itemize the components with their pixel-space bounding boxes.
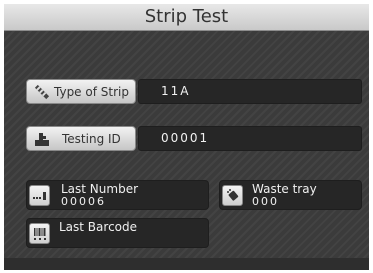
id-icon — [33, 130, 51, 148]
last-number-value: 00006 — [61, 195, 106, 208]
waste-tray-label: Waste tray — [252, 182, 317, 196]
last-number-box: Last Number 00006 — [26, 180, 209, 210]
strip-test-panel: Type of Strip 11A Testing ID 00001 Last … — [4, 31, 369, 258]
last-barcode-label: Last Barcode — [59, 220, 138, 234]
testing-id-button[interactable]: Testing ID — [26, 126, 136, 151]
strip-test-screen: Strip Test Type of Strip 11A Testing ID … — [4, 4, 369, 270]
waste-tray-value: 000 — [252, 195, 279, 208]
testing-id-value: 00001 — [138, 126, 362, 151]
page-title: Strip Test — [4, 4, 369, 31]
counter-icon — [29, 185, 50, 206]
testing-id-label: Testing ID — [62, 131, 121, 146]
last-number-label: Last Number — [61, 182, 139, 196]
last-barcode-box: Last Barcode — [26, 218, 209, 248]
type-of-strip-value: 11A — [138, 79, 362, 104]
test-strip-icon — [33, 83, 51, 101]
waste-tray-icon — [222, 185, 243, 206]
type-of-strip-button[interactable]: Type of Strip — [26, 79, 136, 104]
barcode-icon — [29, 223, 50, 244]
footer-bar — [4, 258, 369, 270]
type-of-strip-label: Type of Strip — [54, 84, 129, 99]
waste-tray-box: Waste tray 000 — [219, 180, 362, 210]
